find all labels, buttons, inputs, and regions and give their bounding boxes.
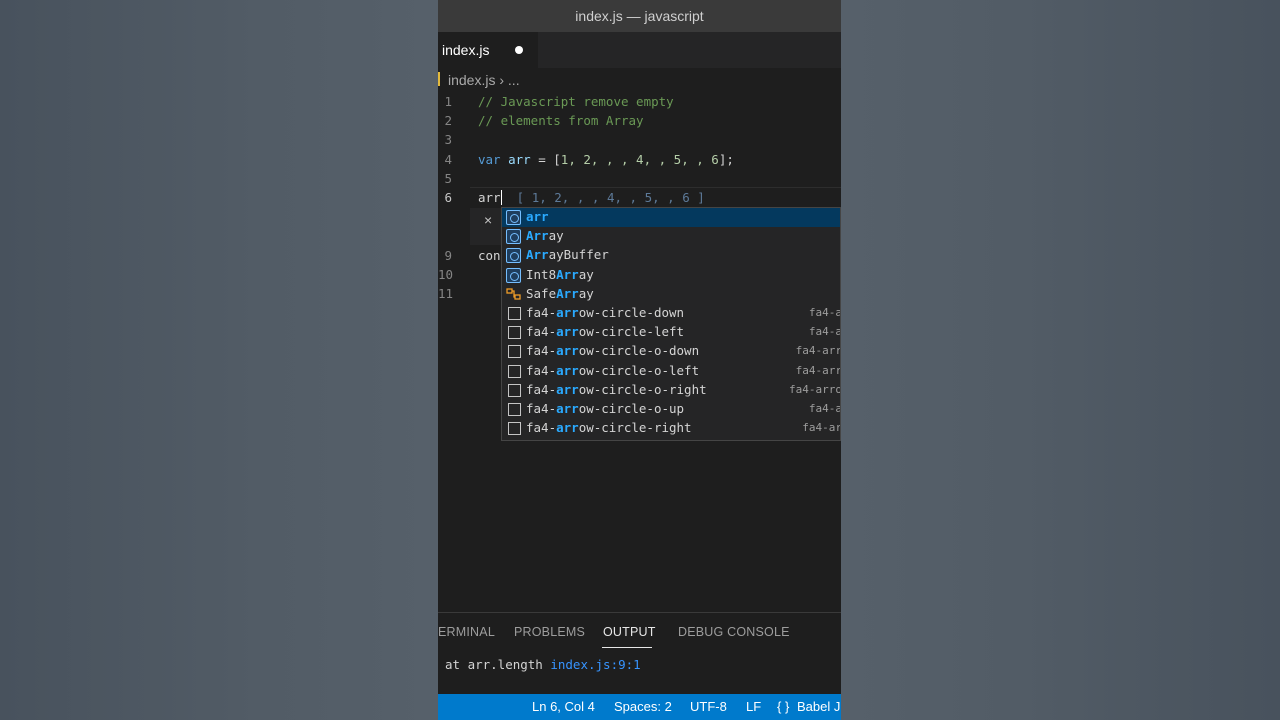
background-right <box>841 0 1280 720</box>
text-icon <box>508 383 521 397</box>
text-icon <box>508 326 521 340</box>
suggestion-label: fa4-arrow-circle-left <box>526 324 685 340</box>
variable-icon <box>506 210 521 225</box>
line-number: 3 <box>444 132 452 147</box>
status-bar: Ln 6, Col 4 Spaces: 2 UTF-8 LF { } Babel… <box>438 694 841 720</box>
suggestion-label: fa4-arrow-circle-o-right <box>526 381 707 397</box>
tab-index-js[interactable]: index.js <box>438 32 538 68</box>
suggestion-label: arr <box>526 209 549 224</box>
line-number: 9 <box>444 248 452 263</box>
line-number-active: 6 <box>444 190 452 205</box>
tab-problems[interactable]: PROBLEMS <box>514 625 585 639</box>
line-number: 4 <box>444 152 452 167</box>
suggestion-detail: fa4-ar <box>802 421 841 435</box>
variable-icon <box>506 248 521 264</box>
status-language[interactable]: Babel J <box>797 699 840 714</box>
text-cursor <box>500 190 502 205</box>
background-left <box>0 0 438 720</box>
line-number: 2 <box>444 113 452 128</box>
class-icon <box>506 287 521 302</box>
output-link[interactable]: index.js:9:1 <box>550 657 640 672</box>
suggestion-item[interactable]: Array <box>502 227 840 246</box>
code-line-2[interactable]: // elements from Array <box>478 113 644 128</box>
suggestion-detail: fa4-a <box>808 402 841 415</box>
suggestion-item[interactable]: fa4-arrow-circle-o-right fa4-arro <box>502 381 841 400</box>
suggestion-label: Int8Array <box>526 266 594 282</box>
text-icon <box>508 364 521 378</box>
suggestion-item[interactable]: Int8Array <box>502 266 840 285</box>
suggestion-item[interactable]: fa4-arrow-circle-down fa4-a <box>502 304 841 323</box>
suggestion-label: fa4-arrow-circle-o-left <box>526 362 700 378</box>
suggestion-detail: fa4-arr <box>795 344 841 358</box>
tab-debug-console[interactable]: DEBUG CONSOLE <box>678 625 790 639</box>
output-line: at arr.length index.js:9:1 <box>445 657 641 672</box>
inline-value-hint: [ 1, 2, , , 4, , 5, , 6 ] <box>516 190 705 205</box>
text-icon <box>508 422 521 436</box>
suggestion-detail: fa4-arro <box>789 382 841 396</box>
tab-label: index.js <box>442 42 490 58</box>
output-text: at arr.length <box>445 657 551 672</box>
suggestion-label: Array <box>526 228 564 244</box>
line-number: 11 <box>438 286 454 301</box>
text-icon <box>508 403 521 416</box>
modified-marker <box>438 72 440 86</box>
suggestion-label: fa4-arrow-circle-o-up <box>526 401 685 416</box>
code-line-4[interactable]: var arr = [1, 2, , , 4, , 5, , 6]; <box>478 152 734 167</box>
line-number: 5 <box>444 171 452 186</box>
typed-text: arr <box>478 190 501 205</box>
close-icon[interactable]: × <box>484 212 492 228</box>
variable-icon <box>506 267 521 283</box>
suggestion-widget: arr Array ArrayBuffer Int8Array SafeArray fa4… <box>501 207 841 441</box>
breadcrumb-file[interactable]: index.js <box>448 72 495 88</box>
variable-icon <box>506 229 521 245</box>
suggestion-item[interactable]: SafeArray <box>502 285 840 304</box>
punct-close: ]; <box>718 152 734 167</box>
suggestion-item[interactable]: fa4-arrow-circle-o-down fa4-arr <box>502 342 841 361</box>
code-line-9[interactable]: con <box>478 248 501 263</box>
suggestion-label: fa4-arrow-circle-right <box>526 420 692 436</box>
tab-bar: index.js <box>438 32 841 68</box>
suggestion-label: fa4-arrow-circle-o-down <box>526 343 700 359</box>
suggestion-detail: fa4-arr <box>795 363 841 377</box>
keyword-var: var <box>478 152 501 167</box>
suggestion-item[interactable]: fa4-arrow-circle-left fa4-a <box>502 323 841 342</box>
suggestion-item[interactable]: ArrayBuffer <box>502 246 840 265</box>
suggestion-detail: fa4-a <box>808 306 841 319</box>
suggestion-detail: fa4-a <box>808 325 841 339</box>
array-values: 1, 2, , , 4, , 5, , 6 <box>560 152 719 167</box>
window-title: index.js — javascript <box>438 0 841 32</box>
status-indentation[interactable]: Spaces: 2 <box>614 699 672 714</box>
suggestion-label: fa4-arrow-circle-down <box>526 305 685 320</box>
line-number: 10 <box>438 267 454 282</box>
code-line-1[interactable]: // Javascript remove empty <box>478 94 674 109</box>
line-number: 1 <box>444 94 452 109</box>
status-cursor-position[interactable]: Ln 6, Col 4 <box>532 699 595 714</box>
suggestion-label: SafeArray <box>526 285 594 301</box>
active-tab-underline <box>602 647 652 648</box>
suggestion-label: ArrayBuffer <box>526 247 609 263</box>
text-icon <box>508 345 521 359</box>
text-icon <box>508 307 521 320</box>
status-encoding[interactable]: UTF-8 <box>690 699 727 714</box>
tab-output[interactable]: OUTPUT <box>603 625 656 639</box>
tab-terminal[interactable]: ERMINAL <box>438 625 495 639</box>
suggestion-item[interactable]: fa4-arrow-circle-right fa4-ar <box>502 419 841 438</box>
status-eol[interactable]: LF <box>746 699 761 714</box>
identifier-arr: arr <box>508 152 531 167</box>
breadcrumb: index.js › ... <box>438 68 841 92</box>
suggestion-item[interactable]: fa4-arrow-circle-o-left fa4-arr <box>502 362 841 381</box>
bottom-panel: ERMINAL PROBLEMS OUTPUT DEBUG CONSOLE at… <box>438 612 841 695</box>
code-line-6[interactable]: arr [ 1, 2, , , 4, , 5, , 6 ] <box>478 190 705 205</box>
breadcrumb-more[interactable]: ... <box>508 72 520 88</box>
editor-window: index.js — javascript index.js index.js … <box>438 0 841 720</box>
punct-open: = [ <box>530 152 561 167</box>
suggestion-item[interactable]: fa4-arrow-circle-o-up fa4-a <box>502 400 841 419</box>
unsaved-dot-icon[interactable] <box>515 46 523 54</box>
braces-icon: { } <box>777 699 790 714</box>
breadcrumb-chevron-icon: › <box>499 72 505 88</box>
suggestion-item-selected[interactable]: arr <box>502 208 840 227</box>
